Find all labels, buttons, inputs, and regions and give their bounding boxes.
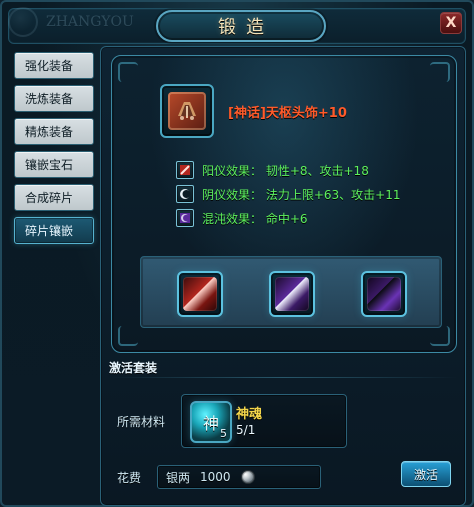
sidebar-item-label: 强化装备 <box>25 59 74 73</box>
red-fragment-icon <box>183 277 217 311</box>
helmet-icon <box>178 102 196 120</box>
window-title: 锻造 <box>218 17 274 38</box>
purple-fragment-icon <box>367 277 401 311</box>
material-glyph: 神 <box>203 414 220 433</box>
sidebar-item-label: 镶嵌宝石 <box>25 158 74 172</box>
activate-set-title: 激活套装 <box>109 361 158 375</box>
equipped-item-slot[interactable] <box>160 84 214 138</box>
sidebar-item-inlay-gems[interactable]: 镶嵌宝石 <box>14 151 94 178</box>
fragment-slot-2[interactable] <box>269 271 315 317</box>
effect-text: 混沌效果： 命中+6 <box>202 211 308 226</box>
effect-row-chaos: 混沌效果： 命中+6 <box>176 206 446 230</box>
forging-window: ZHANGYOU 锻造 X 强化装备 洗炼装备 精炼装备 镶嵌宝石 合成碎片 碎… <box>0 0 474 507</box>
yang-effect-icon <box>176 161 194 179</box>
purple-crescent-icon <box>180 213 190 223</box>
silver-coin-icon <box>240 470 255 484</box>
decorative-corner <box>118 62 138 82</box>
sidebar-item-refine[interactable]: 精炼装备 <box>14 118 94 145</box>
equipped-item-row: [神话]天枢头饰+10 <box>160 84 440 138</box>
item-and-gems-frame: [神话]天枢头饰+10 阳仪效果： 韧性+8、攻击+18 阴仪效果： 法力上限+… <box>111 55 457 353</box>
white-crescent-icon <box>180 189 191 199</box>
fragment-slot-3[interactable] <box>361 271 407 317</box>
sidebar-item-fragment-inlay[interactable]: 碎片镶嵌 <box>14 217 94 244</box>
cost-label: 花费 <box>117 470 142 485</box>
set-effects-list: 阳仪效果： 韧性+8、攻击+18 阴仪效果： 法力上限+63、攻击+11 混沌效… <box>176 158 446 230</box>
required-material-box: 神 5 神魂 5/1 <box>181 394 348 448</box>
main-panel: [神话]天枢头饰+10 阳仪效果： 韧性+8、攻击+18 阴仪效果： 法力上限+… <box>100 46 466 506</box>
red-slash-icon <box>180 165 190 175</box>
close-button[interactable]: X <box>440 12 462 34</box>
yin-effect-icon <box>176 185 194 203</box>
decorative-corner <box>430 62 450 82</box>
sidebar-item-label: 合成碎片 <box>25 191 74 205</box>
fragment-slot-bar <box>140 256 442 328</box>
sidebar-item-combine-fragments[interactable]: 合成碎片 <box>14 184 94 211</box>
sidebar-item-reforge[interactable]: 洗炼装备 <box>14 85 94 112</box>
material-progress: 5/1 <box>236 423 256 437</box>
required-materials-label: 所需材料 <box>117 414 166 429</box>
purple-fragment-icon <box>275 277 309 311</box>
material-count-badge: 5 <box>220 427 228 440</box>
effect-text: 阳仪效果： 韧性+8、攻击+18 <box>202 163 369 178</box>
effect-row-yang: 阳仪效果： 韧性+8、攻击+18 <box>176 158 446 182</box>
helmet-item-icon <box>168 92 206 130</box>
material-name: 神魂 <box>236 407 263 422</box>
sidebar-item-label: 洗炼装备 <box>25 92 74 106</box>
soul-material-icon[interactable]: 神 5 <box>190 401 233 443</box>
sidebar-nav: 强化装备 洗炼装备 精炼装备 镶嵌宝石 合成碎片 碎片镶嵌 <box>14 46 94 504</box>
fragment-slot-1[interactable] <box>177 271 223 317</box>
close-icon: X <box>445 15 457 31</box>
chaos-effect-icon <box>176 209 194 227</box>
equipped-item-name: [神话]天枢头饰+10 <box>228 105 347 121</box>
activate-button[interactable]: 激活 <box>401 461 451 487</box>
decorative-corner <box>430 326 450 346</box>
sidebar-item-enhance[interactable]: 强化装备 <box>14 52 94 79</box>
required-materials-row: 所需材料 神 5 神魂 5/1 <box>117 394 457 448</box>
effect-text: 阴仪效果： 法力上限+63、攻击+11 <box>202 187 401 202</box>
decorative-corner <box>118 326 138 346</box>
effect-row-yin: 阴仪效果： 法力上限+63、攻击+11 <box>176 182 446 206</box>
cost-box: 银两 1000 <box>157 465 322 489</box>
window-title-plate: 锻造 <box>156 10 326 42</box>
section-divider <box>109 377 457 378</box>
sidebar-item-label: 碎片镶嵌 <box>25 224 74 238</box>
sidebar-item-label: 精炼装备 <box>25 125 74 139</box>
currency-label: 银两 <box>166 470 191 485</box>
activate-label: 激活 <box>413 467 438 482</box>
cost-value: 1000 <box>200 470 231 484</box>
